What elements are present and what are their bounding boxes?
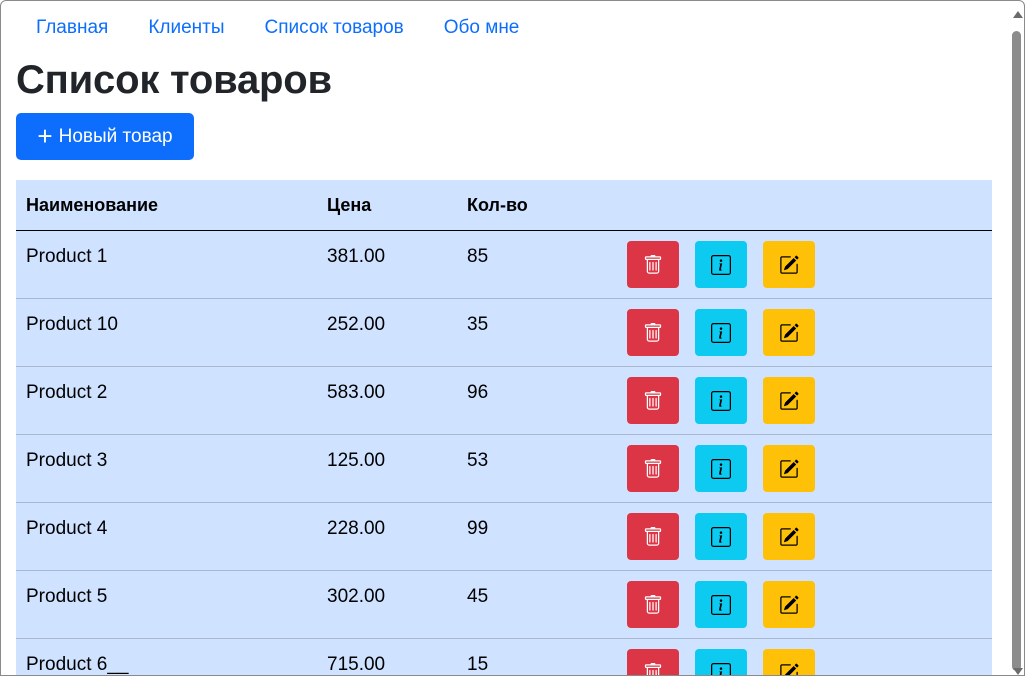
edit-button[interactable] (763, 513, 815, 560)
info-square-icon (711, 322, 731, 343)
delete-button[interactable] (627, 445, 679, 492)
top-nav: Главная Клиенты Список товаров Обо мне (16, 1, 992, 55)
info-square-icon (711, 594, 731, 615)
cell-price: 228.00 (327, 518, 386, 539)
cell-name: Product 1 (26, 246, 108, 267)
products-table: Наименование Цена Кол-во Product 1 381.00… (16, 180, 992, 675)
edit-square-icon (779, 663, 799, 675)
row-actions (617, 231, 815, 298)
cell-qty: 53 (467, 450, 489, 471)
trash-icon (643, 254, 663, 275)
nav-link-home[interactable]: Главная (16, 1, 128, 55)
header-price: Цена (327, 194, 372, 215)
nav-link-clients[interactable]: Клиенты (128, 1, 244, 55)
info-button[interactable] (695, 309, 747, 356)
info-button[interactable] (695, 581, 747, 628)
row-actions (617, 435, 815, 502)
row-actions (617, 571, 815, 638)
table-row: Product 10 252.00 35 (16, 299, 992, 367)
delete-button[interactable] (627, 649, 679, 675)
cell-name: Product 5 (26, 586, 108, 607)
cell-name: Product 3 (26, 450, 108, 471)
edit-square-icon (779, 255, 799, 275)
delete-button[interactable] (627, 581, 679, 628)
scrollbar-thumb[interactable] (1012, 31, 1021, 671)
nav-link-products[interactable]: Список товаров (245, 1, 424, 55)
plus-icon: + (37, 120, 53, 151)
vertical-scrollbar[interactable] (1010, 11, 1024, 675)
row-actions (617, 367, 815, 434)
cell-price: 583.00 (327, 382, 386, 403)
table-row: Product 5 302.00 45 (16, 571, 992, 639)
row-actions (617, 639, 815, 675)
cell-name: Product 2 (26, 382, 108, 403)
info-button[interactable] (695, 445, 747, 492)
table-row: Product 1 381.00 85 (16, 231, 992, 299)
cell-qty: 85 (467, 246, 489, 267)
info-square-icon (711, 662, 731, 675)
cell-price: 302.00 (327, 586, 386, 607)
browser-window: Главная Клиенты Список товаров Обо мне С… (0, 0, 1025, 676)
trash-icon (643, 662, 663, 675)
trash-icon (643, 458, 663, 479)
delete-button[interactable] (627, 309, 679, 356)
table-row: Product 4 228.00 99 (16, 503, 992, 571)
scroll-down-arrow-icon[interactable] (1013, 668, 1023, 675)
new-product-label: Новый товар (58, 125, 173, 147)
cell-name: Product 10 (26, 314, 118, 335)
edit-square-icon (779, 323, 799, 343)
edit-square-icon (779, 527, 799, 547)
table-body: Product 1 381.00 85 Product 10 252.00 35 Produ… (16, 231, 992, 675)
page-content: Главная Клиенты Список товаров Обо мне С… (16, 1, 992, 675)
info-button[interactable] (695, 241, 747, 288)
cell-name: Product 4 (26, 518, 108, 539)
nav-link-about[interactable]: Обо мне (424, 1, 540, 55)
cell-qty: 45 (467, 586, 489, 607)
new-product-button[interactable]: + Новый товар (16, 113, 194, 160)
trash-icon (643, 390, 663, 411)
edit-button[interactable] (763, 445, 815, 492)
header-qty: Кол-во (467, 194, 528, 215)
cell-qty: 35 (467, 314, 489, 335)
info-square-icon (711, 254, 731, 275)
table-row: Product 2 583.00 96 (16, 367, 992, 435)
delete-button[interactable] (627, 377, 679, 424)
edit-square-icon (779, 391, 799, 411)
page-title: Список товаров (16, 58, 332, 102)
info-square-icon (711, 458, 731, 479)
info-square-icon (711, 390, 731, 411)
edit-button[interactable] (763, 377, 815, 424)
table-row: Product 3 125.00 53 (16, 435, 992, 503)
edit-square-icon (779, 459, 799, 479)
info-button[interactable] (695, 513, 747, 560)
cell-price: 381.00 (327, 246, 386, 267)
cell-price: 252.00 (327, 314, 386, 335)
edit-square-icon (779, 595, 799, 615)
table-row: Product 6__ 715.00 15 (16, 639, 992, 675)
header-name: Наименование (26, 194, 159, 215)
edit-button[interactable] (763, 581, 815, 628)
trash-icon (643, 594, 663, 615)
cell-qty: 99 (467, 518, 489, 539)
delete-button[interactable] (627, 241, 679, 288)
cell-qty: 96 (467, 382, 489, 403)
trash-icon (643, 526, 663, 547)
row-actions (617, 503, 815, 570)
table-header: Наименование Цена Кол-во (16, 180, 992, 231)
trash-icon (643, 322, 663, 343)
cell-price: 125.00 (327, 450, 386, 471)
edit-button[interactable] (763, 241, 815, 288)
scroll-up-arrow-icon[interactable] (1013, 11, 1023, 18)
cell-name: Product 6__ (26, 654, 129, 675)
delete-button[interactable] (627, 513, 679, 560)
info-square-icon (711, 526, 731, 547)
cell-qty: 15 (467, 654, 489, 675)
cell-price: 715.00 (327, 654, 386, 675)
edit-button[interactable] (763, 309, 815, 356)
info-button[interactable] (695, 377, 747, 424)
edit-button[interactable] (763, 649, 815, 675)
row-actions (617, 299, 815, 366)
info-button[interactable] (695, 649, 747, 675)
